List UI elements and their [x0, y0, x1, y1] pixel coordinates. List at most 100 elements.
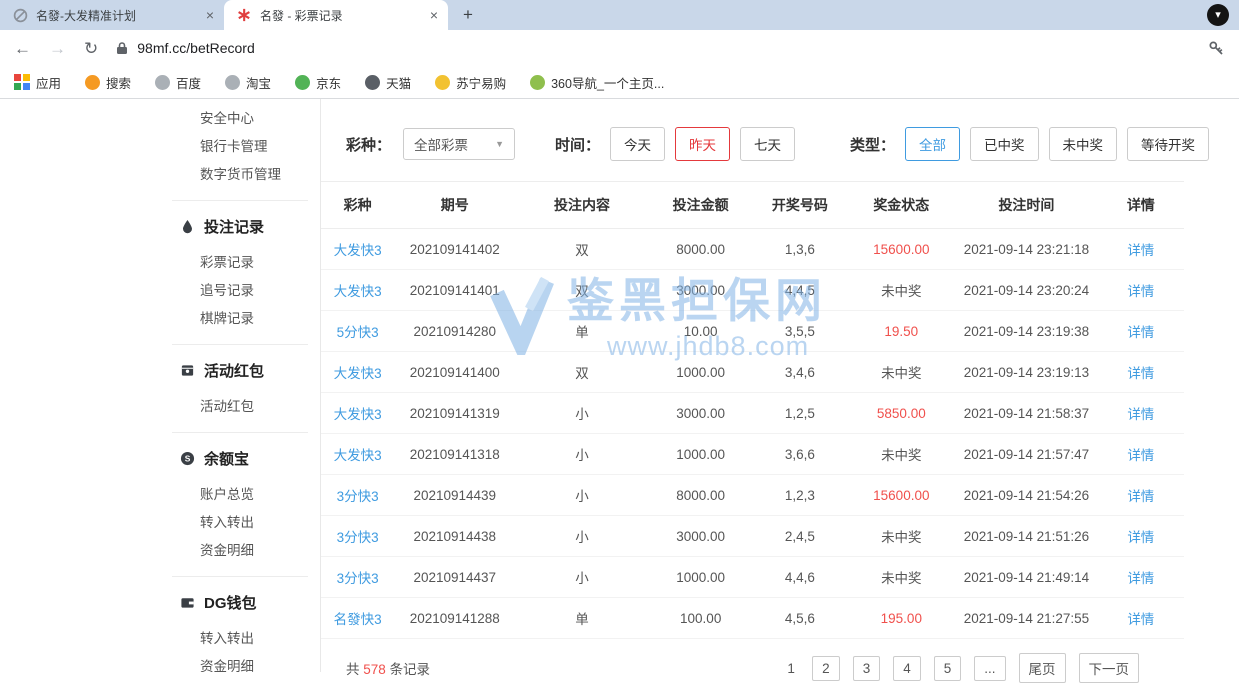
cell-issue: 202109141402 [394, 229, 515, 270]
cell-amount: 100.00 [649, 598, 753, 639]
new-tab-button[interactable]: + [454, 1, 482, 29]
detail-link[interactable]: 详情 [1098, 557, 1184, 598]
page-button[interactable]: 4 [893, 656, 921, 681]
forward-icon[interactable]: → [49, 40, 66, 57]
sidebar-item[interactable]: 账户总览 [160, 481, 320, 509]
sidebar-item[interactable]: 资金明细 [160, 537, 320, 565]
sidebar-section-header[interactable]: DG钱包 [160, 592, 320, 613]
sidebar-item[interactable]: 活动红包 [160, 393, 320, 421]
cell-issue: 202109141288 [394, 598, 515, 639]
bookmark-favicon-icon [155, 75, 170, 90]
cell-content: 单 [515, 311, 649, 352]
detail-link[interactable]: 详情 [1098, 229, 1184, 270]
sidebar-item[interactable]: 安全中心 [160, 105, 320, 133]
sidebar-section-header[interactable]: 活动红包 [160, 360, 320, 381]
sidebar-item[interactable]: 棋牌记录 [160, 305, 320, 333]
cell-numbers: 4,4,5 [752, 270, 847, 311]
sidebar-item[interactable]: 数字货币管理 [160, 161, 320, 189]
sidebar-item[interactable]: 追号记录 [160, 277, 320, 305]
back-icon[interactable]: ← [14, 40, 31, 57]
key-icon[interactable] [1208, 40, 1225, 57]
cell-content: 小 [515, 516, 649, 557]
sidebar-section-label: 投注记录 [204, 216, 264, 237]
bookmark-item[interactable]: 淘宝 [225, 73, 271, 92]
time-filter-button[interactable]: 今天 [610, 127, 665, 161]
sidebar-section-header[interactable]: 投注记录 [160, 216, 320, 237]
detail-link[interactable]: 详情 [1098, 598, 1184, 639]
page-button[interactable]: 5 [934, 656, 962, 681]
detail-link[interactable]: 详情 [1098, 516, 1184, 557]
bookmark-item[interactable]: 搜索 [85, 73, 131, 92]
tab-close-icon[interactable]: × [204, 8, 216, 22]
type-filter-button[interactable]: 等待开奖 [1127, 127, 1209, 161]
page-button[interactable]: 1 [783, 657, 799, 680]
detail-link[interactable]: 详情 [1098, 352, 1184, 393]
sidebar-item[interactable]: 彩票记录 [160, 249, 320, 277]
last-page-button[interactable]: 尾页 [1019, 653, 1066, 683]
browser-menu-button[interactable]: ▾ [1207, 4, 1229, 26]
sidebar-item[interactable]: 转入转出 [160, 625, 320, 653]
cell-status: 未中奖 [847, 352, 955, 393]
time-filter-button[interactable]: 七天 [740, 127, 795, 161]
cell-issue: 202109141400 [394, 352, 515, 393]
sidebar-item[interactable]: 银行卡管理 [160, 133, 320, 161]
page-button[interactable]: ... [974, 656, 1005, 681]
wallet-icon [180, 595, 195, 610]
bookmark-item[interactable]: 苏宁易购 [435, 73, 506, 92]
sidebar-section-header[interactable]: S 余额宝 [160, 448, 320, 469]
detail-link[interactable]: 详情 [1098, 311, 1184, 352]
cell-numbers: 4,4,6 [752, 557, 847, 598]
cell-numbers: 3,6,6 [752, 434, 847, 475]
cell-issue: 202109141318 [394, 434, 515, 475]
browser-tab[interactable]: 名發 - 彩票记录× [224, 0, 448, 30]
left-margin [0, 99, 160, 672]
detail-link[interactable]: 详情 [1098, 270, 1184, 311]
cell-time: 2021-09-14 21:57:47 [955, 434, 1097, 475]
column-header: 详情 [1098, 182, 1184, 229]
refresh-icon[interactable]: ↻ [84, 40, 98, 57]
bookmark-label: 京东 [316, 73, 341, 92]
address-bar[interactable]: 98mf.cc/betRecord [116, 40, 1190, 56]
column-header: 彩种 [321, 182, 394, 229]
page-button[interactable]: 2 [812, 656, 840, 681]
table-row: 大发快3202109141400双1000.003,4,6未中奖2021-09-… [321, 352, 1184, 393]
page-body: 安全中心银行卡管理数字货币管理投注记录彩票记录追号记录棋牌记录活动红包活动红包S… [0, 99, 1239, 672]
bookmark-item[interactable]: 应用 [14, 73, 61, 92]
cell-numbers: 1,3,6 [752, 229, 847, 270]
type-filter-button[interactable]: 已中奖 [970, 127, 1039, 161]
time-filter-button[interactable]: 昨天 [675, 127, 730, 161]
sidebar: 安全中心银行卡管理数字货币管理投注记录彩票记录追号记录棋牌记录活动红包活动红包S… [160, 99, 321, 672]
table-row: 大发快3202109141319小3000.001,2,55850.002021… [321, 393, 1184, 434]
cell-content: 双 [515, 352, 649, 393]
type-filter-button[interactable]: 全部 [905, 127, 960, 161]
sidebar-item[interactable]: 资金明细 [160, 653, 320, 672]
tab-close-icon[interactable]: × [428, 8, 440, 22]
sidebar-item[interactable]: 转入转出 [160, 509, 320, 537]
sidebar-section-label: 余额宝 [204, 448, 249, 469]
browser-tab[interactable]: 名發-大发精准计划× [0, 0, 224, 30]
ink-drop-icon [180, 219, 195, 234]
bookmark-item[interactable]: 百度 [155, 73, 201, 92]
bookmark-item[interactable]: 京东 [295, 73, 341, 92]
next-page-button[interactable]: 下一页 [1079, 653, 1140, 683]
yuebao-icon: S [180, 451, 195, 466]
bookmark-item[interactable]: 天猫 [365, 73, 411, 92]
detail-link[interactable]: 详情 [1098, 475, 1184, 516]
cell-amount: 8000.00 [649, 475, 753, 516]
cell-content: 小 [515, 475, 649, 516]
bookmark-item[interactable]: 360导航_一个主页... [530, 73, 664, 92]
detail-link[interactable]: 详情 [1098, 393, 1184, 434]
table-row: 大发快3202109141402双8000.001,3,615600.00202… [321, 229, 1184, 270]
type-filter-button[interactable]: 未中奖 [1049, 127, 1118, 161]
cell-amount: 3000.00 [649, 516, 753, 557]
bookmark-favicon-icon [295, 75, 310, 90]
detail-link[interactable]: 详情 [1098, 434, 1184, 475]
table-row: 大发快3202109141401双3000.004,4,5未中奖2021-09-… [321, 270, 1184, 311]
cell-numbers: 3,4,6 [752, 352, 847, 393]
lottery-select[interactable]: 全部彩票 ▼ [403, 128, 515, 160]
cell-lottery: 大发快3 [321, 393, 394, 434]
total-count: 578 [363, 662, 386, 677]
cell-issue: 20210914439 [394, 475, 515, 516]
page-button[interactable]: 3 [853, 656, 881, 681]
table-row: 5分快320210914280单10.003,5,519.502021-09-1… [321, 311, 1184, 352]
